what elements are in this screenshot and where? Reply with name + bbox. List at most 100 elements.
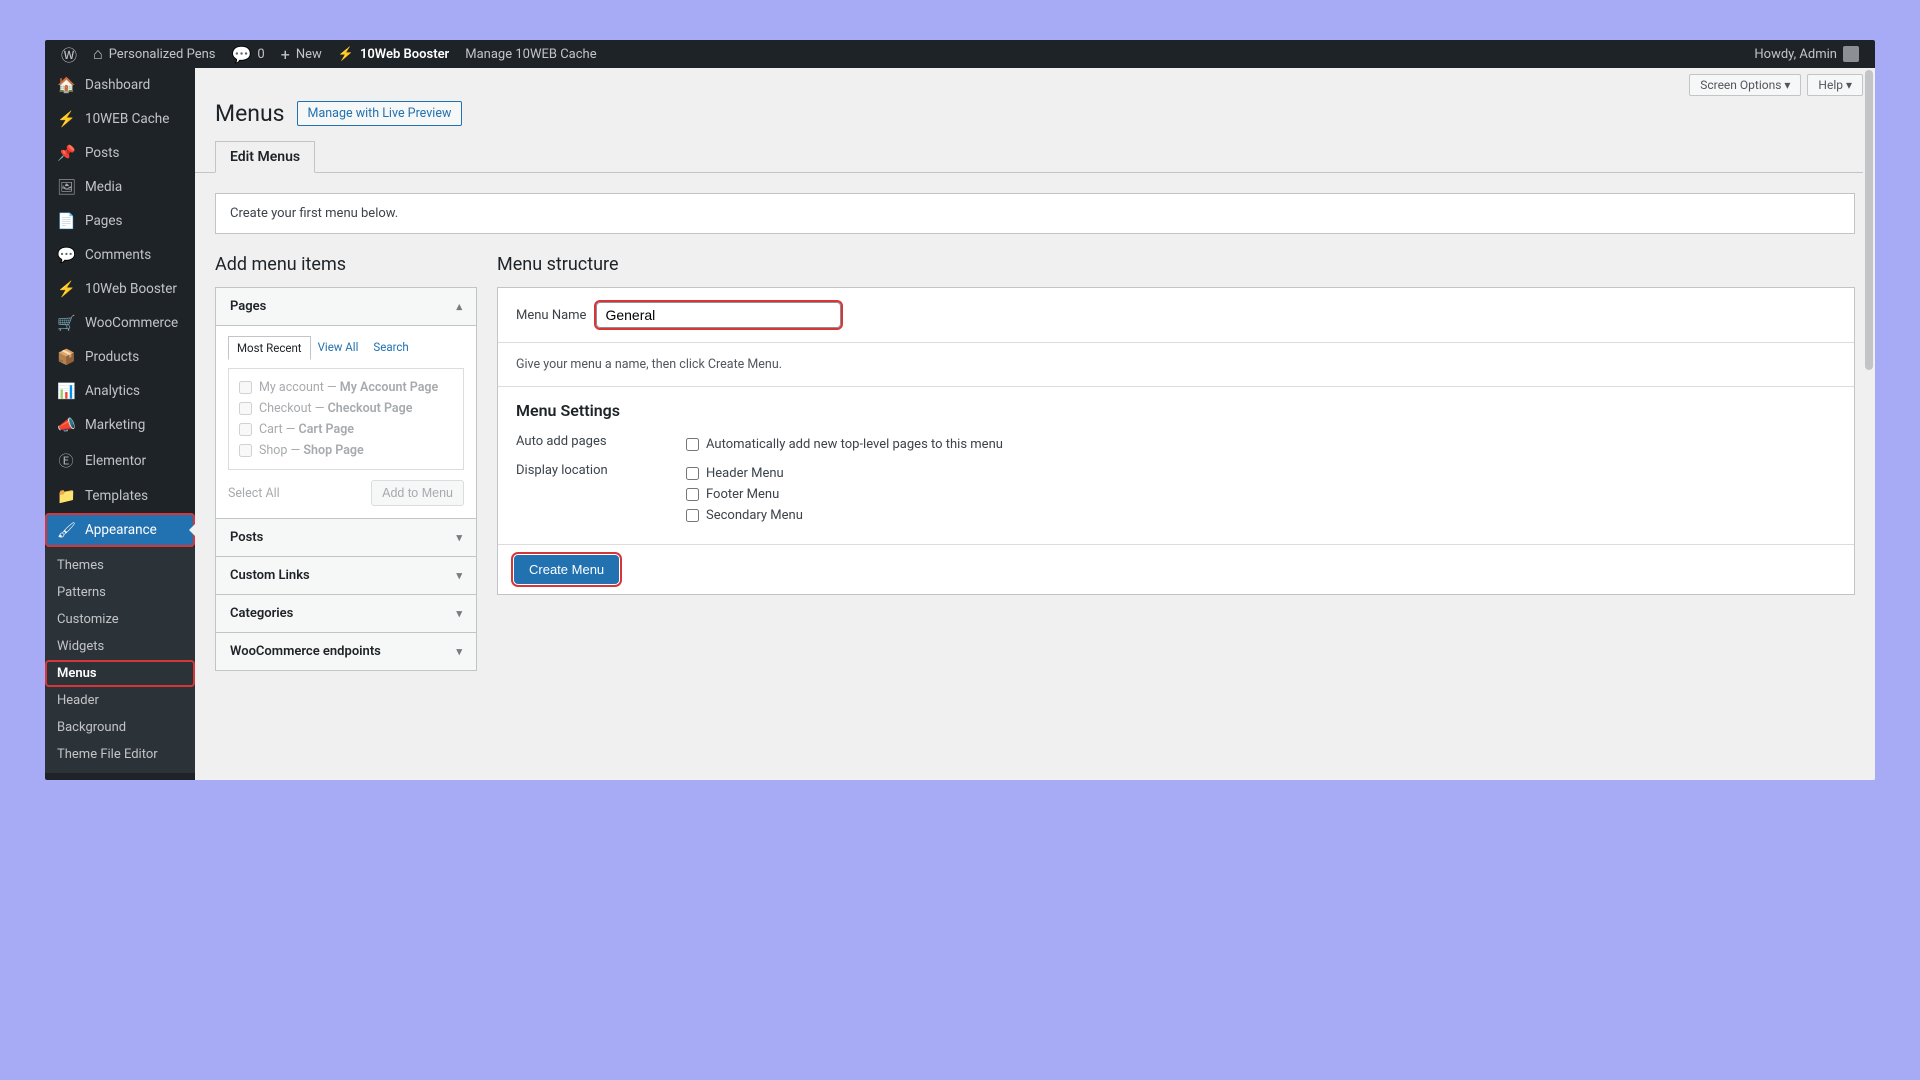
site-name[interactable]: ⌂Personalized Pens xyxy=(85,40,223,68)
menu-structure-heading: Menu structure xyxy=(497,254,1855,275)
accordion-woocommerce[interactable]: WooCommerce endpoints▾ xyxy=(216,633,476,670)
menu-instructions: Give your menu a name, then click Create… xyxy=(516,357,1836,372)
sidebar-item-analytics[interactable]: 📊Analytics xyxy=(45,374,195,408)
location-checkbox[interactable] xyxy=(686,488,699,501)
sidebar-label: 10Web Booster xyxy=(85,281,177,297)
sidebar-icon: 📦 xyxy=(57,348,75,366)
cache-link[interactable]: Manage 10WEB Cache xyxy=(457,40,604,68)
page-checkbox[interactable] xyxy=(239,444,252,457)
display-location-option[interactable]: Footer Menu xyxy=(686,484,803,505)
page-item[interactable]: Checkout — Checkout Page xyxy=(239,398,453,419)
sidebar-icon: 📣 xyxy=(57,416,75,434)
create-menu-button[interactable]: Create Menu xyxy=(514,555,619,584)
sidebar-item-marketing[interactable]: 📣 Marketing xyxy=(45,408,195,442)
pages-checklist: My account — My Account PageCheckout — C… xyxy=(228,368,464,470)
caret-down-icon: ▾ xyxy=(456,607,462,620)
sidebar-item-10web-cache[interactable]: ⚡10WEB Cache xyxy=(45,102,195,136)
menu-settings-heading: Menu Settings xyxy=(516,401,1836,420)
tab-view-all[interactable]: View All xyxy=(310,336,367,360)
display-location-option[interactable]: Secondary Menu xyxy=(686,505,803,526)
main-content: Screen Options ▾ Help ▾ Menus Manage wit… xyxy=(195,68,1875,780)
cache-label: Manage 10WEB Cache xyxy=(465,47,596,62)
page-item[interactable]: Cart — Cart Page xyxy=(239,419,453,440)
sidebar-label: Marketing xyxy=(85,417,145,433)
menu-name-label: Menu Name xyxy=(516,308,586,323)
sidebar-icon: 📌 xyxy=(57,144,75,162)
caret-down-icon: ▾ xyxy=(456,645,462,658)
auto-add-label: Auto add pages xyxy=(516,434,686,455)
display-location-option[interactable]: Header Menu xyxy=(686,463,803,484)
new-content[interactable]: +New xyxy=(273,40,330,68)
comment-icon: 💬 xyxy=(232,45,252,64)
location-checkbox[interactable] xyxy=(686,509,699,522)
sidebar-label: WooCommerce xyxy=(85,315,178,331)
select-all-link[interactable]: Select All xyxy=(228,486,280,501)
page-checkbox[interactable] xyxy=(239,381,252,394)
submenu-themes[interactable]: Themes xyxy=(45,552,195,579)
page-item[interactable]: Shop — Shop Page xyxy=(239,440,453,461)
tab-most-recent[interactable]: Most Recent xyxy=(228,336,311,360)
submenu-menus[interactable]: Menus xyxy=(45,660,195,687)
sidebar-icon: ⚡ xyxy=(57,280,75,298)
submenu-patterns[interactable]: Patterns xyxy=(45,579,195,606)
sidebar-icon: 🏠 xyxy=(57,76,75,94)
sidebar-icon: 📄 xyxy=(57,212,75,230)
sidebar-icon: 💬 xyxy=(57,246,75,264)
admin-toolbar: Ⓦ ⌂Personalized Pens 💬0 +New ⚡10Web Boos… xyxy=(45,40,1875,68)
accordion-posts[interactable]: Posts▾ xyxy=(216,519,476,557)
accordion-custom-links[interactable]: Custom Links▾ xyxy=(216,557,476,595)
sidebar-item-media[interactable]: 🖼Media xyxy=(45,170,195,204)
help-button[interactable]: Help ▾ xyxy=(1807,74,1863,96)
submenu-customize[interactable]: Customize xyxy=(45,606,195,633)
submenu-header[interactable]: Header xyxy=(45,687,195,714)
sidebar-icon: 🖌 xyxy=(57,521,75,539)
sidebar-item-elementor[interactable]: ⒺElementor xyxy=(45,442,195,479)
live-preview-button[interactable]: Manage with Live Preview xyxy=(297,101,463,126)
sidebar-item-pages[interactable]: 📄 Pages xyxy=(45,204,195,238)
scrollbar[interactable] xyxy=(1863,68,1875,780)
sidebar-label: Templates xyxy=(85,488,148,504)
sidebar-label: Pages xyxy=(85,213,123,229)
caret-down-icon: ▾ xyxy=(456,531,462,544)
sidebar-item-products[interactable]: 📦Products xyxy=(45,340,195,374)
menu-panel: Menu Name Give your menu a name, then cl… xyxy=(497,287,1855,595)
display-location-label: Display location xyxy=(516,463,686,526)
accordion-categories[interactable]: Categories▾ xyxy=(216,595,476,633)
submenu-widgets[interactable]: Widgets xyxy=(45,633,195,660)
sidebar-item-woocommerce[interactable]: 🛒WooCommerce xyxy=(45,306,195,340)
bolt-icon: ⚡ xyxy=(338,47,354,62)
booster-link[interactable]: ⚡10Web Booster xyxy=(330,40,458,68)
wordpress-logo[interactable]: Ⓦ xyxy=(53,40,85,68)
submenu-theme-file-editor[interactable]: Theme File Editor xyxy=(45,741,195,768)
page-item[interactable]: My account — My Account Page xyxy=(239,377,453,398)
page-checkbox[interactable] xyxy=(239,423,252,436)
accordion-pages[interactable]: Pages▴ xyxy=(216,288,476,326)
sidebar-item-10web-booster[interactable]: ⚡ 10Web Booster xyxy=(45,272,195,306)
tab-edit-menus[interactable]: Edit Menus xyxy=(215,141,315,173)
comments-count[interactable]: 💬0 xyxy=(224,40,273,68)
auto-add-checkbox[interactable] xyxy=(686,438,699,451)
sidebar-item-posts[interactable]: 📌 Posts xyxy=(45,136,195,170)
howdy-account[interactable]: Howdy, Admin xyxy=(1746,40,1867,68)
menu-name-input[interactable] xyxy=(596,302,841,328)
location-checkbox[interactable] xyxy=(686,467,699,480)
sidebar-label: Posts xyxy=(85,145,119,161)
page-checkbox[interactable] xyxy=(239,402,252,415)
sidebar-item-appearance[interactable]: 🖌Appearance xyxy=(45,513,195,547)
submenu-background[interactable]: Background xyxy=(45,714,195,741)
scrollbar-thumb[interactable] xyxy=(1865,70,1873,370)
pages-panel: Most Recent View All Search My account —… xyxy=(216,326,476,519)
add-to-menu-button[interactable]: Add to Menu xyxy=(371,480,464,506)
sidebar-item-dashboard[interactable]: 🏠Dashboard xyxy=(45,68,195,102)
sidebar-item-templates[interactable]: 📁Templates xyxy=(45,479,195,513)
site-name-text: Personalized Pens xyxy=(109,47,216,62)
screen-options-button[interactable]: Screen Options ▾ xyxy=(1689,74,1801,96)
info-notice: Create your first menu below. xyxy=(215,193,1855,234)
wordpress-icon: Ⓦ xyxy=(61,42,77,66)
tab-search[interactable]: Search xyxy=(365,336,416,360)
sidebar-item-comments[interactable]: 💬Comments xyxy=(45,238,195,272)
plus-icon: + xyxy=(281,45,290,64)
auto-add-checkbox-row[interactable]: Automatically add new top-level pages to… xyxy=(686,434,1003,455)
sidebar-label: 10WEB Cache xyxy=(85,111,169,127)
sidebar-label: Analytics xyxy=(85,383,140,399)
